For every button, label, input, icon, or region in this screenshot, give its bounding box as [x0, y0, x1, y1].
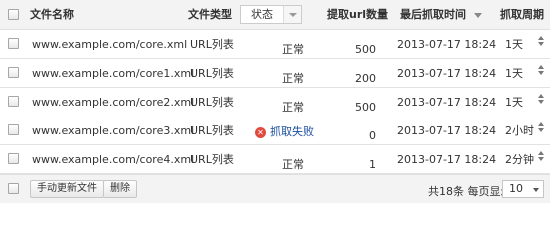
select-all-checkbox[interactable] — [8, 9, 19, 20]
up-arrow-icon[interactable] — [538, 94, 544, 98]
table-row: www.example.com/core2.xml URL列表 正常 500 2… — [0, 88, 550, 117]
down-arrow-icon[interactable] — [538, 157, 544, 161]
crawl-cycle: 1天 — [505, 67, 523, 80]
table-row: www.example.com/core1.xml URL列表 正常 200 2… — [0, 59, 550, 88]
crawl-cycle: 1天 — [505, 38, 523, 51]
down-arrow-icon[interactable] — [538, 42, 544, 46]
up-arrow-icon[interactable] — [538, 122, 544, 126]
file-name: www.example.com/core4.xml — [32, 153, 195, 166]
url-count: 500 — [355, 43, 376, 56]
manual-update-button[interactable]: 手动更新文件 — [30, 180, 104, 198]
url-count: 0 — [369, 129, 376, 142]
file-type: URL列表 — [190, 153, 234, 166]
down-arrow-icon[interactable] — [538, 100, 544, 104]
table-row: www.example.com/core.xml URL列表 正常 500 20… — [0, 30, 550, 59]
file-type: URL列表 — [190, 38, 234, 51]
file-type: URL列表 — [190, 67, 234, 80]
file-name: www.example.com/core.xml — [32, 38, 188, 51]
up-arrow-icon[interactable] — [538, 65, 544, 69]
table-footer: 手动更新文件 删除 共18条 每页显示: 10 — [0, 174, 550, 203]
down-arrow-icon[interactable] — [538, 71, 544, 75]
status-fail-link[interactable]: ✕ 抓取失败 — [255, 125, 314, 138]
file-name: www.example.com/core1.xml — [32, 67, 195, 80]
row-checkbox[interactable] — [8, 96, 19, 107]
last-crawl-time: 2013-07-17 18:24 — [397, 153, 497, 166]
header-crawl-cycle: 抓取周期 — [500, 8, 544, 21]
header-file-type: 文件类型 — [188, 8, 232, 21]
status-text: 正常 — [282, 43, 304, 56]
header-last-crawl-time[interactable]: 最后抓取时间 — [400, 0, 466, 30]
url-count: 1 — [369, 158, 376, 171]
crawl-cycle: 1天 — [505, 96, 523, 109]
page-size-value: 10 — [509, 182, 523, 195]
status-filter-label: 状态 — [251, 8, 273, 21]
sort-desc-icon[interactable] — [474, 13, 482, 18]
row-checkbox[interactable] — [8, 153, 19, 164]
status-text: 正常 — [282, 158, 304, 171]
up-arrow-icon[interactable] — [538, 36, 544, 40]
status-text: 抓取失败 — [270, 125, 314, 138]
table-row: www.example.com/core3.xml URL列表 ✕ 抓取失败 0 … — [0, 116, 550, 145]
status-text: 正常 — [282, 72, 304, 85]
status-text: 正常 — [282, 101, 304, 114]
header-file-name: 文件名称 — [30, 8, 74, 21]
table-header: 文件名称 文件类型 状态 提取url数量 最后抓取时间 抓取周期 — [0, 0, 550, 30]
last-crawl-time: 2013-07-17 18:24 — [397, 67, 497, 80]
crawl-cycle: 2分钟 — [505, 153, 534, 166]
url-count: 200 — [355, 72, 376, 85]
page-size-select[interactable]: 10 — [502, 180, 544, 198]
row-checkbox[interactable] — [8, 67, 19, 78]
error-icon: ✕ — [255, 126, 266, 138]
up-arrow-icon[interactable] — [538, 151, 544, 155]
chevron-down-icon — [533, 188, 539, 192]
last-crawl-time: 2013-07-17 18:24 — [397, 124, 497, 137]
status-filter-dropdown[interactable]: 状态 — [240, 5, 302, 24]
header-url-count: 提取url数量 — [327, 8, 389, 21]
last-crawl-time: 2013-07-17 18:24 — [397, 96, 497, 109]
delete-button[interactable]: 删除 — [103, 180, 137, 198]
file-name: www.example.com/core3.xml — [32, 124, 195, 137]
row-checkbox[interactable] — [8, 38, 19, 49]
file-name: www.example.com/core2.xml — [32, 96, 195, 109]
chevron-down-icon — [283, 6, 301, 23]
footer-select-all-checkbox[interactable] — [8, 183, 19, 194]
url-count: 500 — [355, 101, 376, 114]
file-type: URL列表 — [190, 96, 234, 109]
down-arrow-icon[interactable] — [538, 128, 544, 132]
file-type: URL列表 — [190, 124, 234, 137]
table-row: www.example.com/core4.xml URL列表 正常 1 201… — [0, 145, 550, 174]
last-crawl-time: 2013-07-17 18:24 — [397, 38, 497, 51]
row-checkbox[interactable] — [8, 124, 19, 135]
crawl-cycle: 2小时 — [505, 124, 534, 137]
